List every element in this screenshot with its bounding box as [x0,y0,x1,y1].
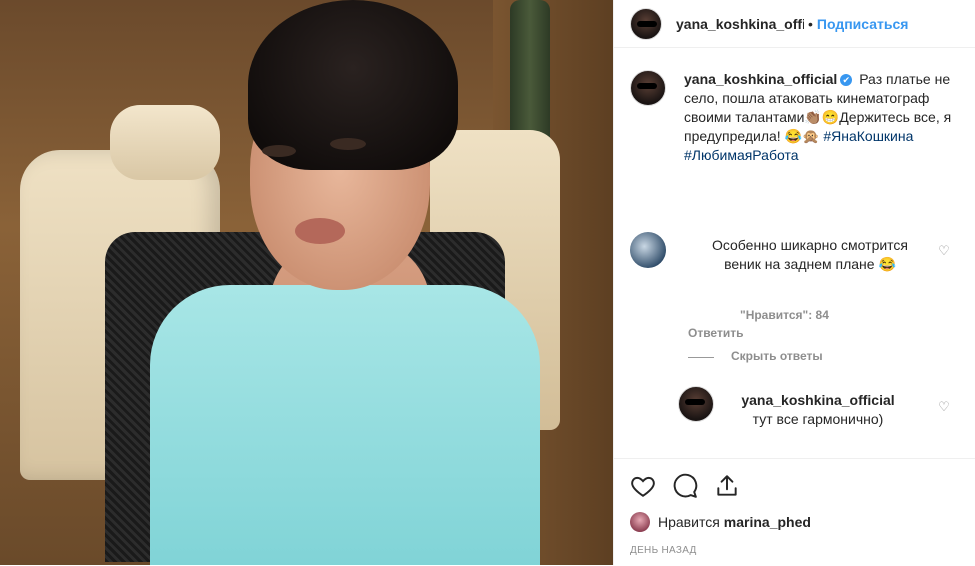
comments-area[interactable]: yana_koshkina_official ✔ Раз платье не се… [614,48,975,458]
comment-text: Особенно шикарно смотрится веник на задн… [711,237,909,272]
post-actions: Нравится marina_phed ДЕНЬ НАЗАД [614,458,975,566]
reply-username[interactable]: yana_koshkina_official [741,392,894,408]
avatar-mask [637,83,657,89]
caption: yana_koshkina_official ✔ Раз платье не се… [630,70,959,165]
header-separator: • [808,15,813,32]
liked-by-user[interactable]: marina_phed [724,514,811,530]
liked-by: Нравится marina_phed [630,512,811,532]
liked-by-prefix: Нравится [658,514,720,530]
photo-dress [150,285,540,565]
photo-lips [295,218,345,244]
photo-headrest [110,105,220,180]
caption-avatar[interactable] [630,70,666,106]
reply-text: тут все гармонично) [752,411,884,427]
reply-button[interactable]: Ответить [688,326,743,340]
comment-icon[interactable] [672,473,698,499]
liker-avatar[interactable] [630,512,650,532]
photo-eye-left [262,145,296,157]
header-username[interactable]: yana_koshkina_official [676,16,804,32]
reply-text-block: yana_koshkina_official тут все гармоничн… [728,391,908,429]
heart-icon[interactable] [630,473,656,499]
hide-replies-button[interactable]: Скрыть ответы [731,349,823,363]
follow-button[interactable]: Подписаться [817,16,909,32]
action-icons [630,473,740,499]
avatar-mask [637,20,657,27]
post-date[interactable]: ДЕНЬ НАЗАД [630,545,697,556]
reply-like-heart-icon[interactable]: ♡ [937,400,951,414]
avatar[interactable] [630,7,662,40]
photo-eye-right [330,138,366,150]
hashtag-link[interactable]: #ЛюбимаяРабота [684,147,799,163]
post-sidebar: yana_koshkina_official • Подписаться yan… [613,0,975,565]
hashtag-link[interactable]: #ЯнаКошкина [823,128,913,144]
post-photo[interactable] [0,0,613,565]
avatar-mask [685,399,705,405]
caption-username[interactable]: yana_koshkina_official [684,71,837,87]
post-header: yana_koshkina_official • Подписаться [614,0,975,48]
caption-text-block: yana_koshkina_official ✔ Раз платье не се… [684,70,959,165]
comment-like-heart-icon[interactable]: ♡ [937,244,951,258]
reply-avatar[interactable] [678,386,714,422]
verified-badge-icon: ✔ [840,74,853,87]
comment-likes-count[interactable]: "Нравится": 84 [740,308,829,322]
share-icon[interactable] [714,473,740,499]
commenter-avatar[interactable] [630,232,666,268]
post-container: yana_koshkina_official • Подписаться yan… [0,0,975,565]
hide-replies-line [688,357,714,358]
